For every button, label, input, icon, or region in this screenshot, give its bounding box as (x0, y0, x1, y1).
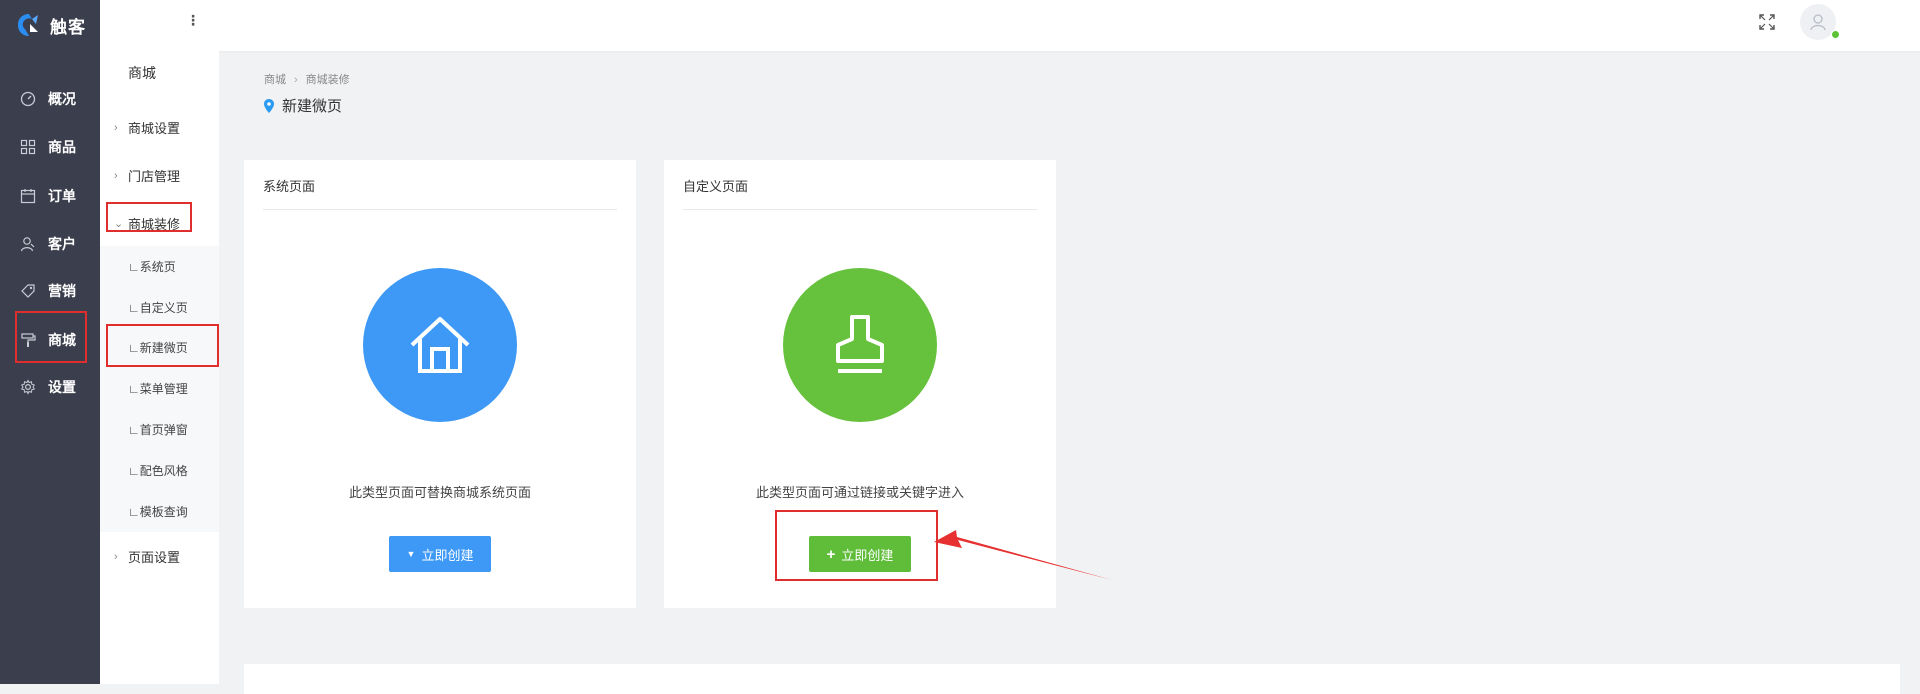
system-page-card: 系统页面 此类型页面可替换商城系统页面 ▼ 立即创建 (244, 160, 636, 608)
page-title-text: 新建微页 (282, 98, 343, 115)
submenu-item-store-management[interactable]: › 门店管理 (114, 166, 180, 185)
top-bar: ⋮ (100, 0, 1920, 51)
house-circle (363, 268, 517, 422)
submenu-subitem-menu-management[interactable]: ∟菜单管理 (128, 380, 188, 397)
rail-item-customers[interactable]: 客户 (0, 221, 100, 267)
grid-icon (18, 137, 38, 157)
submenu-subitem-custom-page[interactable]: ∟自定义页 (128, 299, 188, 316)
rail-item-label: 设置 (48, 379, 76, 395)
stamp-circle (783, 268, 937, 422)
brand[interactable]: 触客 (16, 8, 86, 42)
chevron-right-icon: › (114, 550, 118, 563)
fullscreen-icon[interactable] (1758, 13, 1776, 31)
rail-item-settings[interactable]: 设置 (0, 364, 100, 410)
online-status-dot (1831, 30, 1840, 39)
annotation-box-new-page (106, 324, 219, 367)
brand-logo-icon (18, 14, 38, 36)
rail-item-label: 商品 (48, 139, 76, 155)
submenu-subitem-template-query[interactable]: ∟模板查询 (128, 503, 188, 520)
rail-item-orders[interactable]: 订单 (0, 173, 100, 219)
user-avatar-icon (1810, 14, 1826, 31)
caret-down-icon: ▼ (406, 549, 416, 559)
submenu-item-label: 门店管理 (128, 169, 181, 184)
location-pin-icon (264, 98, 274, 113)
annotation-box-decoration (106, 202, 192, 232)
divider (683, 209, 1037, 210)
submenu-title: 商城 (128, 65, 156, 81)
card-title: 自定义页面 (683, 179, 749, 194)
submenu-subitem-home-popup[interactable]: ∟首页弹窗 (128, 421, 188, 438)
dashboard-icon (18, 89, 38, 109)
divider (263, 209, 617, 210)
calendar-icon (18, 186, 38, 206)
breadcrumb-current[interactable]: 商城装修 (306, 74, 350, 86)
rail-item-label: 客户 (48, 236, 76, 252)
breadcrumb: 商城 › 商城装修 (264, 71, 350, 87)
button-label: 立即创建 (421, 547, 474, 563)
create-system-page-button[interactable]: ▼ 立即创建 (389, 536, 491, 572)
page-title: 新建微页 (264, 95, 342, 116)
gear-icon (18, 377, 38, 397)
lower-card (244, 664, 1900, 694)
rail-item-overview[interactable]: 概况 (0, 76, 100, 122)
more-vertical-icon[interactable]: ⋮ (186, 13, 200, 27)
brand-name: 触客 (50, 17, 86, 37)
annotation-arrow-icon (934, 530, 1112, 580)
card-description: 此类型页面可通过链接或关键字进入 (755, 485, 964, 500)
submenu-subitem-system-page[interactable]: ∟系统页 (128, 258, 176, 275)
submenu-subitem-color-style[interactable]: ∟配色风格 (128, 462, 188, 479)
submenu-item-mall-settings[interactable]: › 商城设置 (114, 118, 180, 137)
submenu-item-page-settings[interactable]: › 页面设置 (114, 547, 180, 566)
home-icon (410, 317, 470, 373)
rail-item-label: 营销 (48, 283, 76, 299)
chevron-right-icon: › (114, 169, 118, 182)
chevron-right-icon: › (114, 121, 118, 134)
breadcrumb-root[interactable]: 商城 (264, 74, 286, 86)
card-title: 系统页面 (263, 179, 316, 194)
card-description: 此类型页面可替换商城系统页面 (348, 485, 531, 500)
annotation-box-mall (15, 311, 87, 363)
user-icon (18, 234, 38, 254)
breadcrumb-separator: › (294, 74, 298, 86)
rail-item-label: 订单 (48, 188, 76, 204)
submenu-item-label: 商城设置 (128, 121, 181, 136)
rail-item-marketing[interactable]: 营销 (0, 268, 100, 314)
submenu-item-label: 页面设置 (128, 550, 181, 565)
stamp-icon (836, 315, 884, 373)
rail-item-goods[interactable]: 商品 (0, 124, 100, 170)
tag-icon (18, 281, 38, 301)
annotation-box-create-button (775, 510, 938, 581)
rail-item-label: 概况 (48, 91, 76, 107)
